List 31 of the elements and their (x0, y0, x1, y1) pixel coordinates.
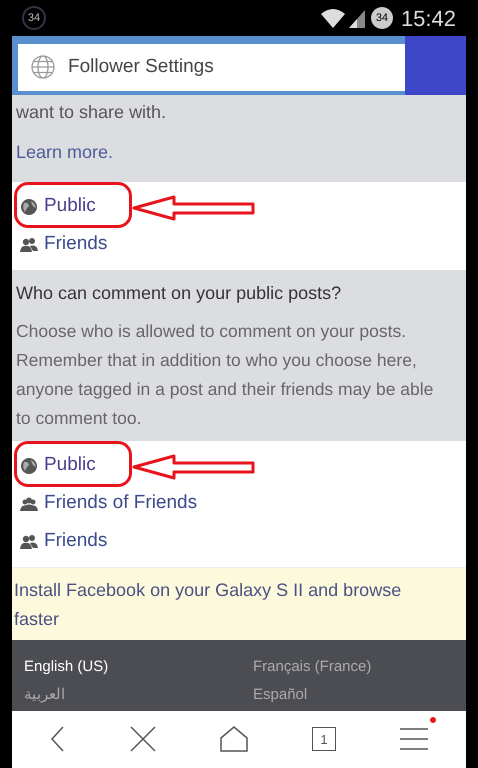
battery-icon: 34 (370, 7, 393, 29)
privacy-option-link[interactable]: Friends (44, 230, 108, 259)
people-icon (20, 236, 38, 254)
section-description: Choose who is allowed to comment on your posts. Remember that in addition to who you choose here, anyone tagged in a post and their friends may be able to comment too. (16, 320, 434, 430)
page-title: Follower Settings (68, 55, 214, 80)
people-icon (20, 532, 38, 551)
language-link[interactable]: English (US) (24, 656, 239, 678)
menu-icon[interactable] (400, 727, 428, 752)
language-link[interactable]: العربية (24, 684, 239, 707)
privacy-option-link[interactable]: Public (44, 451, 96, 480)
section-heading: Who can comment on your public posts? (16, 282, 342, 305)
language-link[interactable]: Français (France) (239, 656, 454, 678)
wifi-signal-icon (318, 7, 367, 29)
globe-icon (20, 456, 38, 475)
close-icon[interactable] (130, 726, 156, 752)
globe-icon (20, 198, 38, 216)
language-link[interactable]: Español (239, 684, 454, 707)
back-icon[interactable] (50, 726, 66, 752)
privacy-option-link[interactable]: Friends (44, 527, 108, 556)
clock: 15:42 (400, 4, 456, 32)
globe-icon (30, 54, 56, 80)
privacy-option-link[interactable]: Public (44, 192, 96, 221)
intro-text: want to share with. (16, 100, 168, 124)
address-field[interactable]: Follower Settings (18, 44, 405, 91)
tabs-button[interactable]: 1 (312, 727, 336, 752)
toolbar-block (405, 36, 466, 95)
notification-badge: 34 (22, 6, 46, 30)
privacy-option-link[interactable]: Friends of Friends (44, 489, 198, 518)
learn-more-link[interactable]: Learn more. (16, 138, 462, 166)
group-icon (20, 494, 38, 513)
home-icon[interactable] (220, 726, 248, 752)
